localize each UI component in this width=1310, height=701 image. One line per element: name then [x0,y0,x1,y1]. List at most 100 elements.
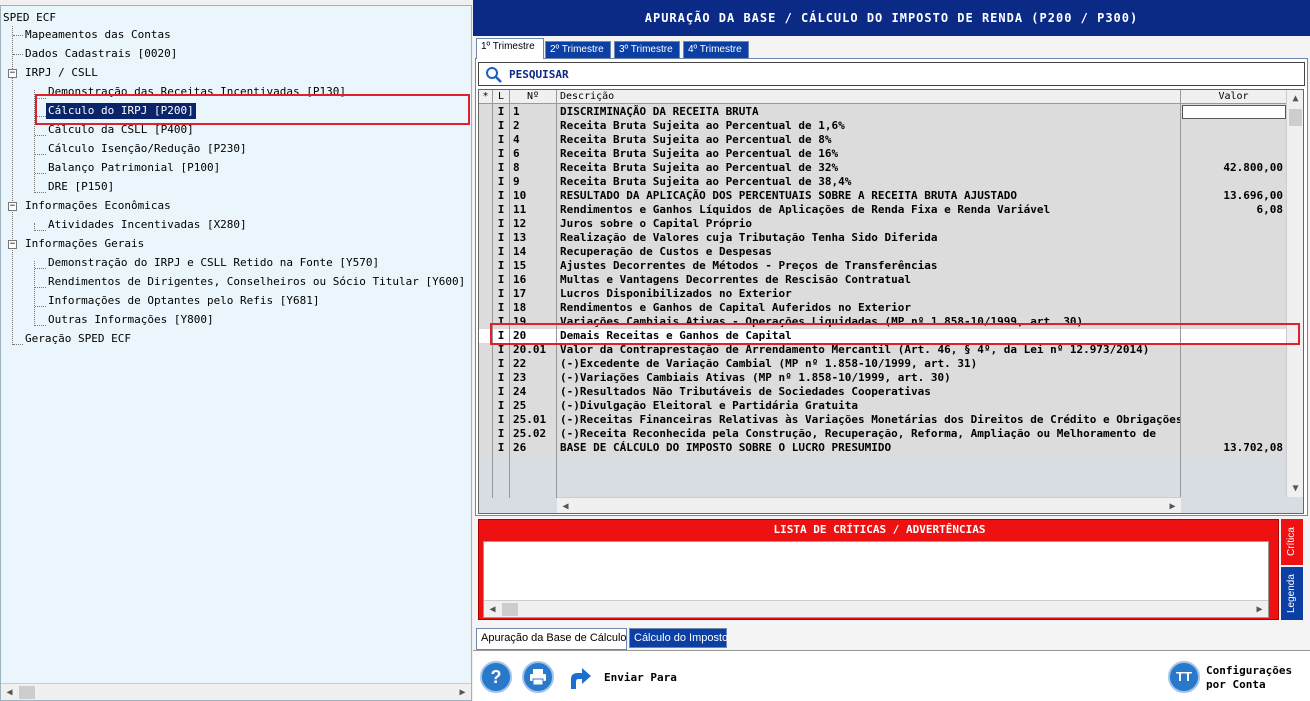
help-icon[interactable]: ? [480,661,512,693]
search-icon[interactable] [485,66,503,84]
row-value-cell[interactable] [1181,175,1287,189]
critics-horizontal-scrollbar[interactable]: ◀ ▶ [484,600,1268,617]
tab-trimestre-2[interactable]: 2º Trimestre [545,41,611,59]
tree-item-y681[interactable]: Informações de Optantes pelo Refis [Y681… [48,293,320,309]
row-value-cell[interactable] [1181,273,1287,287]
tab-trimestre-3[interactable]: 3º Trimestre [614,41,680,59]
tree-item-y800[interactable]: Outras Informações [Y800] [48,312,214,328]
table-row[interactable]: I 12 Juros sobre o Capital Próprio [479,217,1287,231]
table-row[interactable]: I 11 Rendimentos e Ganhos Líquidos de Apli… [479,203,1287,217]
tree-item-p200[interactable]: Cálculo do IRPJ [P200] [46,103,196,119]
scroll-left-icon[interactable]: ◀ [484,601,501,618]
table-row[interactable]: I 6 Receita Bruta Sujeita ao Percentual de… [479,147,1287,161]
table-row[interactable]: I 13 Realização de Valores cuja Tributação… [479,231,1287,245]
tree-item-dados-cadastrais[interactable]: Dados Cadastrais [0020] [25,46,177,62]
table-row[interactable]: I 10 RESULTADO DA APLICAÇÃO DOS PERCENTUAI… [479,189,1287,203]
table-row[interactable]: I 14 Recuperação de Custos e Despesas [479,245,1287,259]
table-row[interactable]: I 25 (-)Divulgação Eleitoral e Partidária … [479,399,1287,413]
tree-item-p130[interactable]: Demonstração das Receitas Incentivadas [… [48,84,346,100]
row-value-cell[interactable] [1181,231,1287,245]
config-label-line1[interactable]: Configurações [1206,664,1292,677]
table-row[interactable]: I 26 BASE DE CÁLCULO DO IMPOSTO SOBRE O LU… [479,441,1287,455]
table-row[interactable]: I 19 Variações Cambiais Ativas - Operações… [479,315,1287,329]
scroll-left-icon[interactable]: ◀ [557,498,574,513]
search-bar[interactable]: PESQUISAR [478,62,1305,86]
row-value-cell[interactable]: 42.800,00 [1181,161,1287,175]
tab-trimestre-4[interactable]: 4º Trimestre [683,41,749,59]
row-value-cell[interactable] [1181,399,1287,413]
send-label[interactable]: Enviar Para [604,671,677,684]
tree-item-p230[interactable]: Cálculo Isenção/Redução [P230] [48,141,247,157]
row-value-cell[interactable] [1181,315,1287,329]
config-label-line2[interactable]: por Conta [1206,678,1266,691]
grid-vertical-scrollbar[interactable]: ▲ ▼ [1286,90,1303,497]
tree-root[interactable]: SPED ECF [3,10,56,26]
table-row[interactable]: I 16 Multas e Vantagens Decorrentes de Res… [479,273,1287,287]
scroll-right-icon[interactable]: ▶ [454,684,471,700]
side-tab-critica[interactable]: Crítica [1281,519,1303,565]
row-value-cell[interactable] [1181,217,1287,231]
send-arrow-icon[interactable] [567,665,593,691]
row-value-cell[interactable] [1181,413,1287,427]
table-row[interactable]: I 23 (-)Variações Cambiais Ativas (MP nº 1… [479,371,1287,385]
tree-item-mapeamentos[interactable]: Mapeamentos das Contas [25,27,171,43]
table-row[interactable]: I 25.02 (-)Receita Reconhecida pela Constr… [479,427,1287,441]
row-value-cell[interactable] [1181,301,1287,315]
collapse-icon[interactable]: − [8,202,17,211]
tree-item-x280[interactable]: Atividades Incentivadas [X280] [48,217,247,233]
row-value-cell[interactable] [1181,357,1287,371]
table-row[interactable]: I 20 Demais Receitas e Ganhos de Capital [479,329,1287,343]
scroll-right-icon[interactable]: ▶ [1251,601,1268,618]
grid-horizontal-scrollbar[interactable]: ◀ ▶ [557,497,1181,513]
row-value-cell[interactable] [1181,259,1287,273]
table-row[interactable]: I 22 (-)Excedente de Variação Cambial (MP … [479,357,1287,371]
tab-apuracao-base[interactable]: Apuração da Base de Cálculo [476,628,627,650]
table-row[interactable]: I 2 Receita Bruta Sujeita ao Percentual de… [479,119,1287,133]
tree-item-irpj-csll[interactable]: IRPJ / CSLL [25,65,98,81]
tree-item-geracao-sped[interactable]: Geração SPED ECF [25,331,131,347]
row-value-cell[interactable] [1181,385,1287,399]
table-row[interactable]: I 1 DISCRIMINAÇÃO DA RECEITA BRUTA [479,105,1287,119]
row-value-cell[interactable] [1181,427,1287,441]
data-grid[interactable]: * L Nº Descrição Valor I 1 DISCRIMINAÇÃO D… [478,89,1304,514]
scroll-thumb[interactable] [502,603,518,616]
row-value-cell[interactable] [1181,329,1287,343]
search-label[interactable]: PESQUISAR [509,68,569,81]
table-row[interactable]: I 4 Receita Bruta Sujeita ao Percentual de… [479,133,1287,147]
scroll-down-icon[interactable]: ▼ [1287,480,1303,497]
row-value-cell[interactable] [1181,133,1287,147]
scroll-left-icon[interactable]: ◀ [1,684,18,700]
table-row[interactable]: I 8 Receita Bruta Sujeita ao Percentual de… [479,161,1287,175]
scroll-up-icon[interactable]: ▲ [1287,90,1303,107]
tree-item-y570[interactable]: Demonstração do IRPJ e CSLL Retido na Fo… [48,255,379,271]
row-value-cell[interactable] [1181,119,1287,133]
tree-horizontal-scrollbar[interactable]: ◀ ▶ [1,683,471,700]
row-value-cell[interactable] [1181,343,1287,357]
row-value-cell[interactable]: 13.702,08 [1181,441,1287,455]
tree-item-informacoes-economicas[interactable]: Informações Econômicas [25,198,171,214]
tree-item-p100[interactable]: Balanço Patrimonial [P100] [48,160,220,176]
row-value-cell[interactable]: 13.696,00 [1181,189,1287,203]
scroll-thumb[interactable] [19,686,35,699]
tree-item-y600[interactable]: Rendimentos de Dirigentes, Conselheiros … [48,274,465,290]
table-row[interactable]: I 24 (-)Resultados Não Tributáveis de Soci… [479,385,1287,399]
critics-list[interactable]: ◀ ▶ [483,541,1269,618]
collapse-icon[interactable]: − [8,69,17,78]
tab-calculo-imposto[interactable]: Cálculo do Imposto [629,628,728,648]
table-row[interactable]: I 15 Ajustes Decorrentes de Métodos - Preç… [479,259,1287,273]
table-row[interactable]: I 20.01 Valor da Contraprestação de Arrend… [479,343,1287,357]
scroll-thumb[interactable] [1289,109,1302,126]
row-value-cell[interactable] [1181,245,1287,259]
tab-trimestre-1[interactable]: 1º Trimestre [476,38,544,59]
tree-item-p150[interactable]: DRE [P150] [48,179,114,195]
scroll-right-icon[interactable]: ▶ [1164,498,1181,513]
table-row[interactable]: I 25.01 (-)Receitas Financeiras Relativas … [479,413,1287,427]
config-icon[interactable]: TT [1168,661,1200,693]
collapse-icon[interactable]: − [8,240,17,249]
tree-item-p400[interactable]: Cálculo da CSLL [P400] [48,122,194,138]
tree-item-informacoes-gerais[interactable]: Informações Gerais [25,236,144,252]
row-value-cell[interactable]: 6,08 [1181,203,1287,217]
row-value-cell[interactable] [1181,287,1287,301]
row-value-cell[interactable] [1181,371,1287,385]
side-tab-legenda[interactable]: Legenda [1281,567,1303,620]
